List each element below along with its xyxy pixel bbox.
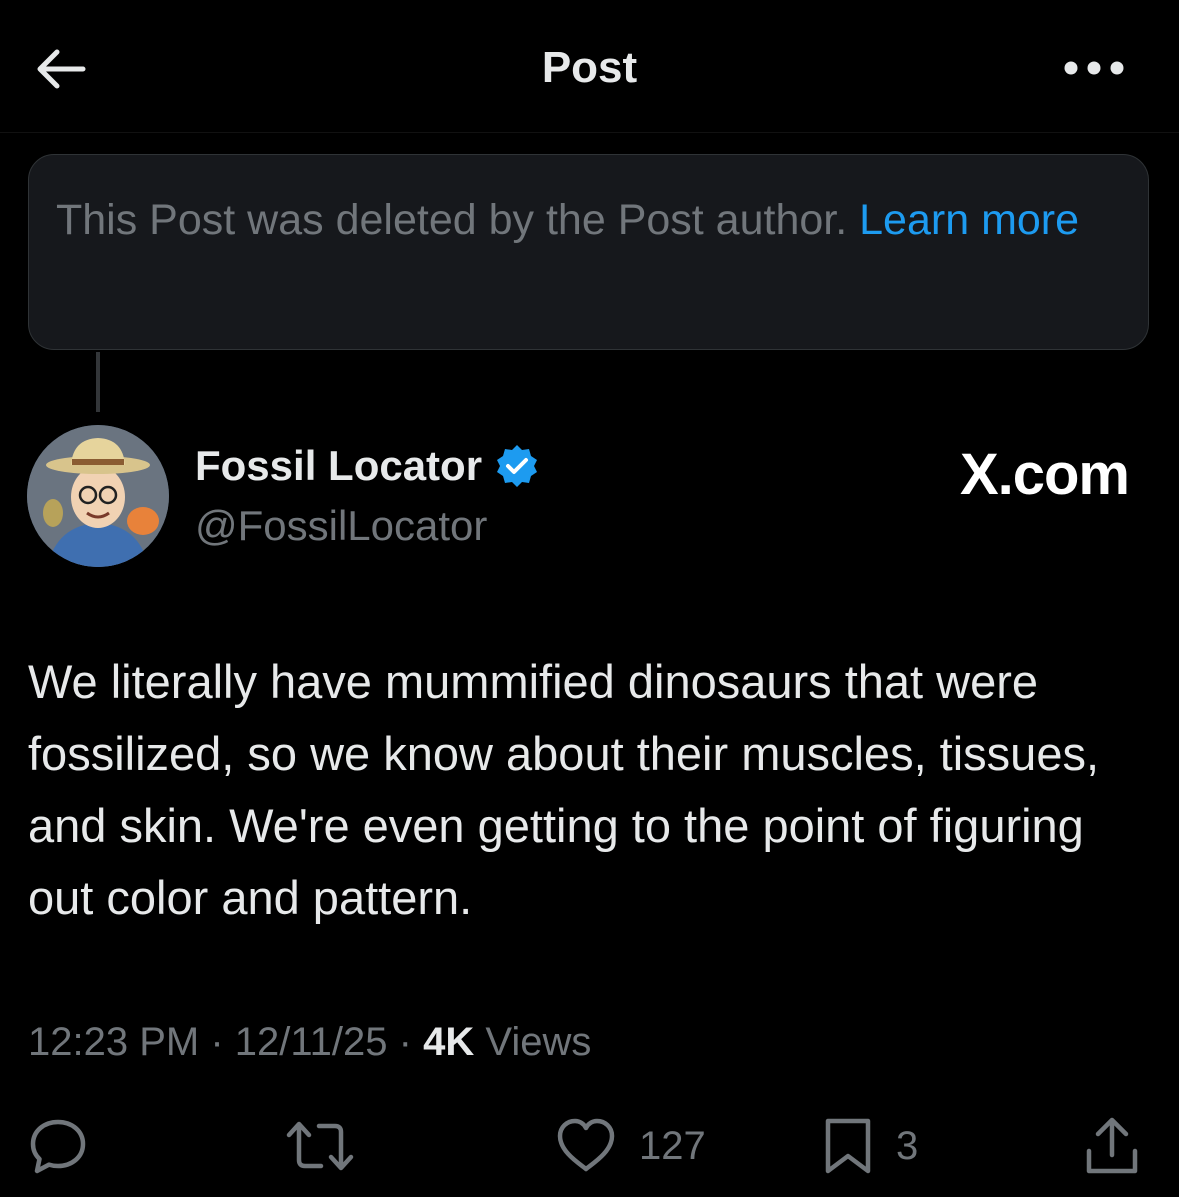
- views-label[interactable]: Views: [485, 1020, 591, 1064]
- top-bar: Post: [0, 0, 1179, 133]
- repost-icon: [286, 1121, 354, 1171]
- avatar[interactable]: [27, 425, 169, 567]
- watermark: X.com: [959, 442, 1130, 507]
- share-icon: [1086, 1117, 1138, 1174]
- like-count: 127: [639, 1123, 706, 1168]
- more-horizontal-icon: [1064, 61, 1124, 75]
- post-text: We literally have mummified dinosaurs th…: [28, 655, 1100, 924]
- heart-icon: [557, 1118, 615, 1172]
- learn-more-link[interactable]: Learn more: [859, 196, 1079, 244]
- author-handle[interactable]: @FossilLocator: [195, 498, 487, 554]
- post-date: 12/11/25: [234, 1020, 388, 1064]
- author-name[interactable]: Fossil Locator: [195, 438, 482, 494]
- deleted-notice-text: This Post was deleted by the Post author…: [56, 196, 848, 244]
- bookmark-count: 3: [896, 1123, 919, 1168]
- reply-button[interactable]: [28, 1110, 88, 1182]
- author-name-row: Fossil Locator: [195, 438, 540, 494]
- deleted-post-notice: This Post was deleted by the Post author…: [28, 154, 1149, 350]
- verified-badge-icon: [494, 443, 540, 489]
- reply-icon: [30, 1119, 86, 1174]
- avatar-illustration: [27, 425, 169, 567]
- meta-separator: ·: [398, 1020, 412, 1064]
- share-button[interactable]: [1082, 1110, 1142, 1182]
- views-count[interactable]: 4K: [423, 1020, 474, 1064]
- post-metadata: 12:23 PM · 12/11/25 · 4K Views: [28, 1014, 591, 1070]
- page-title: Post: [541, 43, 638, 92]
- post-time: 12:23 PM: [28, 1020, 200, 1064]
- action-bar: 127 3: [0, 1110, 1179, 1190]
- bookmark-button[interactable]: 3: [822, 1110, 918, 1182]
- meta-separator: ·: [210, 1020, 224, 1064]
- thread-connector-line: [96, 352, 100, 412]
- like-button[interactable]: 127: [555, 1110, 706, 1182]
- bookmark-icon: [825, 1118, 871, 1174]
- more-options-button[interactable]: [1059, 46, 1129, 90]
- repost-button[interactable]: [285, 1110, 355, 1182]
